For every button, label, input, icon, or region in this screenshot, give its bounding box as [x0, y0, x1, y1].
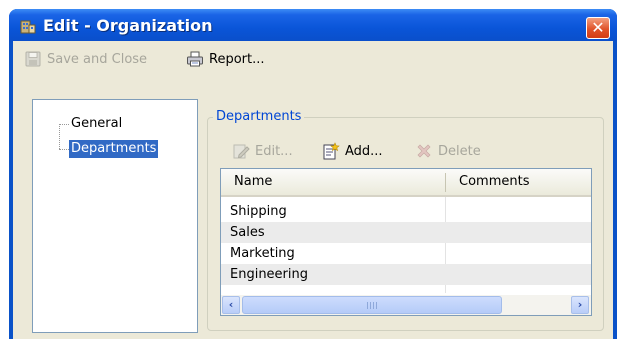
- dialog-body: Save and Close Report... General Departm…: [13, 41, 613, 339]
- window-title: Edit - Organization: [43, 16, 213, 35]
- scroll-left-button[interactable]: ‹: [222, 296, 240, 314]
- navigation-tree: General Departments: [32, 99, 198, 333]
- departments-group-label: Departments: [213, 109, 305, 125]
- title-bar[interactable]: Edit - Organization ✕: [9, 9, 617, 41]
- scroll-thumb[interactable]: [242, 296, 502, 314]
- delete-label: Delete: [438, 143, 481, 159]
- edit-label: Edit...: [255, 143, 293, 159]
- scroll-grip: [367, 302, 378, 309]
- delete-department-button[interactable]: Delete: [415, 141, 481, 161]
- column-header-name[interactable]: Name: [234, 169, 272, 195]
- tree-item-general[interactable]: General: [69, 115, 124, 133]
- table-row[interactable]: Marketing: [221, 243, 591, 264]
- toolbar: Save and Close Report...: [13, 41, 613, 75]
- edit-organization-window: Edit - Organization ✕ Save and Close Rep…: [9, 9, 617, 339]
- cell-name: Engineering: [230, 267, 308, 282]
- departments-table: Name Comments Shipping Sales Marketing E…: [220, 168, 592, 316]
- tree-connector: [59, 124, 69, 125]
- floppy-disk-icon: [25, 51, 41, 67]
- add-department-button[interactable]: Add...: [322, 141, 383, 161]
- cell-name: Sales: [230, 225, 265, 240]
- save-and-close-label: Save and Close: [47, 51, 148, 67]
- save-and-close-button[interactable]: Save and Close: [24, 49, 147, 69]
- tree-item-departments[interactable]: Departments: [69, 140, 159, 158]
- edit-department-button[interactable]: Edit...: [232, 141, 293, 161]
- scroll-right-button[interactable]: ›: [571, 296, 589, 314]
- table-row[interactable]: Engineering: [221, 264, 591, 285]
- table-header: Name Comments: [221, 169, 591, 197]
- column-divider[interactable]: [445, 173, 446, 192]
- close-button[interactable]: ✕: [586, 17, 610, 39]
- horizontal-scrollbar[interactable]: ‹ ›: [221, 295, 591, 315]
- report-label: Report...: [209, 51, 265, 67]
- add-label: Add...: [345, 143, 383, 159]
- cell-name: Shipping: [230, 204, 287, 219]
- report-button[interactable]: Report...: [186, 49, 265, 69]
- pencil-icon: [233, 144, 250, 159]
- column-header-comments[interactable]: Comments: [459, 169, 529, 195]
- cell-name: Marketing: [230, 246, 295, 261]
- printer-icon: [187, 51, 203, 67]
- add-document-icon: [323, 142, 340, 160]
- red-x-icon: [417, 144, 431, 158]
- tree-connector: [59, 124, 60, 149]
- organization-icon: [20, 20, 36, 34]
- tree-connector: [59, 149, 69, 150]
- table-row[interactable]: Sales: [221, 222, 591, 243]
- table-row[interactable]: Shipping: [221, 201, 591, 222]
